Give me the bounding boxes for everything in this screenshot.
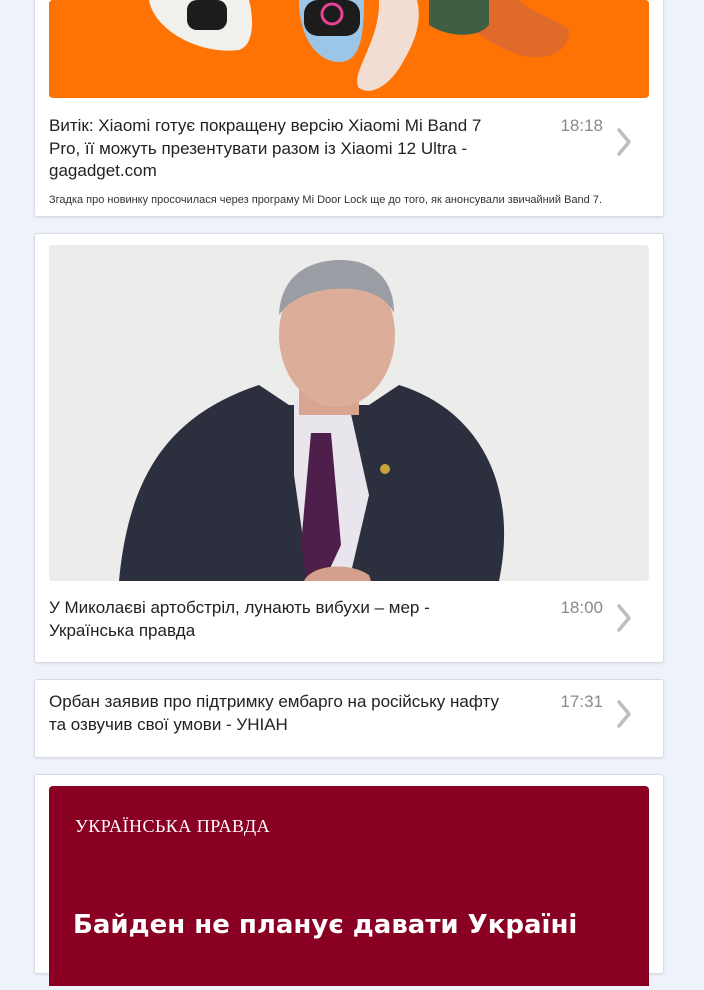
news-title[interactable]: Витік: Xiaomi готує покращену версію Xia…: [49, 115, 499, 183]
news-image[interactable]: [49, 245, 649, 581]
news-card[interactable]: Орбан заявив про підтримку ембарго на ро…: [34, 679, 664, 758]
news-image[interactable]: УКРАЇНСЬКА ПРАВДА Байден не планує дават…: [49, 786, 649, 986]
news-title[interactable]: У Миколаєві артобстріл, лунають вибухи –…: [49, 597, 499, 642]
chevron-right-icon[interactable]: [613, 602, 635, 634]
news-image[interactable]: [49, 0, 649, 98]
image-headline: Байден не планує давати Україні: [73, 910, 578, 940]
news-feed: Витік: Xiaomi готує покращену версію Xia…: [34, 0, 664, 990]
news-time: 18:00: [560, 598, 603, 617]
news-card[interactable]: УКРАЇНСЬКА ПРАВДА Байден не планує дават…: [34, 774, 664, 986]
chevron-right-icon[interactable]: [613, 698, 635, 730]
man-in-suit-photo: [49, 245, 649, 581]
news-card[interactable]: У Миколаєві артобстріл, лунають вибухи –…: [34, 233, 664, 663]
news-card[interactable]: Витік: Xiaomi готує покращену версію Xia…: [34, 0, 664, 217]
smartwatch-bands-illustration: [49, 0, 649, 98]
news-time: 18:18: [560, 116, 603, 135]
news-title[interactable]: Орбан заявив про підтримку ембарго на ро…: [49, 691, 499, 736]
chevron-right-icon[interactable]: [613, 126, 635, 158]
publisher-logo: УКРАЇНСЬКА ПРАВДА: [75, 816, 271, 836]
news-time: 17:31: [560, 692, 603, 711]
news-description: Згадка про новинку просочилася через про…: [49, 193, 603, 206]
